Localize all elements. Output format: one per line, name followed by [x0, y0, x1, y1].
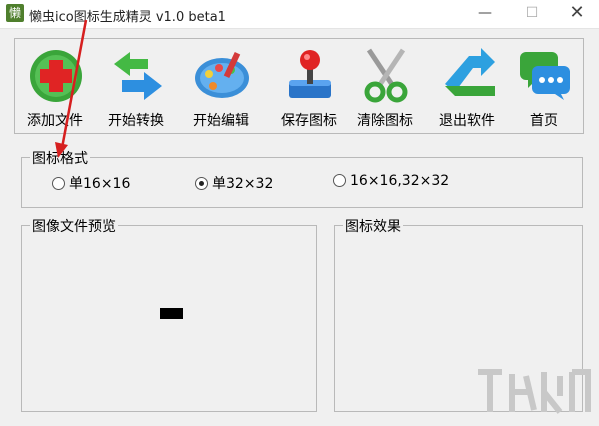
home-label: 首页: [530, 113, 558, 129]
title-bar: 懒 懒虫ico图标生成精灵 v1.0 beta1 — ☐ ✕: [0, 0, 599, 29]
icon-effect-title: 图标效果: [343, 216, 403, 236]
joystick-icon: [289, 50, 331, 98]
close-button[interactable]: ✕: [566, 4, 588, 22]
radio-label: 单32×32: [212, 176, 274, 192]
add-file-label: 添加文件: [27, 113, 83, 129]
start-convert-label: 开始转换: [108, 113, 164, 129]
radio-label: 单16×16: [69, 176, 131, 192]
clear-icon-label: 清除图标: [357, 113, 413, 129]
add-file-button[interactable]: 添加文件: [19, 44, 91, 130]
image-preview-title: 图像文件预览: [30, 216, 118, 236]
radio-both-sizes[interactable]: 16×16,32×32: [333, 173, 449, 189]
exit-arrow-icon: [445, 48, 495, 96]
radio-circle[interactable]: [52, 176, 65, 190]
save-icon-label: 保存图标: [281, 113, 337, 129]
save-icon-button[interactable]: 保存图标: [273, 44, 345, 130]
clear-icon-button[interactable]: 清除图标: [349, 44, 421, 130]
preview-image: [160, 308, 183, 319]
radio-label: 16×16,32×32: [350, 173, 450, 189]
palette-icon: [195, 51, 249, 98]
radio-circle-selected[interactable]: [195, 176, 208, 190]
radio-single-16[interactable]: 单16×16: [52, 173, 130, 193]
home-button[interactable]: 首页: [508, 44, 580, 130]
toolbar: 添加文件 开始转换 开始编辑 保存图标 清除图标 退出软件 首页: [14, 38, 584, 134]
radio-circle[interactable]: [333, 173, 346, 187]
watermark-logo-icon: [478, 369, 591, 414]
icon-format-title: 图标格式: [30, 148, 90, 168]
start-edit-label: 开始编辑: [193, 113, 249, 129]
maximize-button[interactable]: ☐: [521, 4, 543, 22]
convert-arrows-icon: [114, 52, 162, 100]
scissors-icon: [364, 48, 408, 103]
minimize-button[interactable]: —: [474, 4, 496, 22]
radio-single-32[interactable]: 单32×32: [195, 173, 273, 193]
app-icon: 懒: [6, 4, 24, 22]
window-title: 懒虫ico图标生成精灵 v1.0 beta1: [29, 10, 226, 25]
add-file-icon: [30, 50, 82, 102]
start-convert-button[interactable]: 开始转换: [100, 44, 172, 130]
exit-button[interactable]: 退出软件: [431, 44, 503, 130]
exit-label: 退出软件: [439, 113, 495, 129]
start-edit-button[interactable]: 开始编辑: [185, 44, 257, 130]
chat-bubbles-icon: [520, 52, 570, 100]
